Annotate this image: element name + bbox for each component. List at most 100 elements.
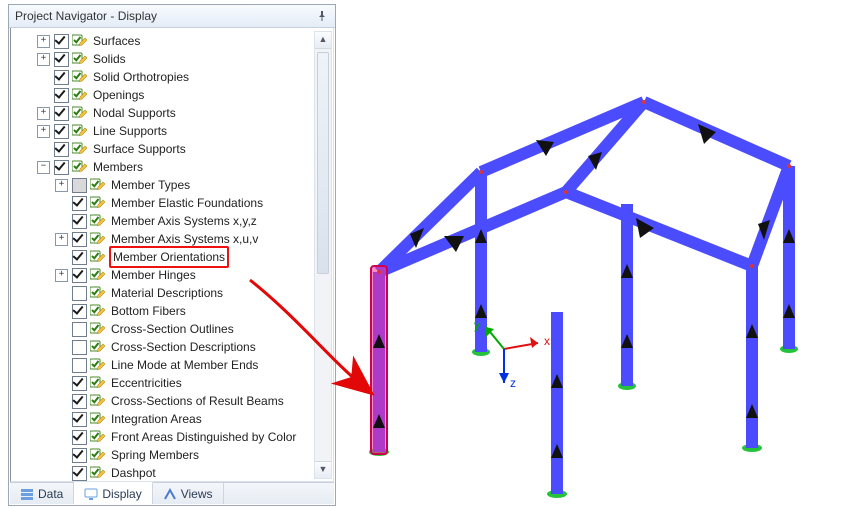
toggle-spacer [55,215,68,228]
checkbox[interactable] [72,232,87,247]
tab-data[interactable]: Data [10,483,74,504]
checkbox[interactable] [72,250,87,265]
checkbox[interactable] [72,358,87,373]
toggle-spacer [37,89,50,102]
checkbox[interactable] [54,124,69,139]
checkbox[interactable] [54,142,69,157]
tree-item[interactable]: Eccentricities [13,374,331,392]
tree-item[interactable]: Cross-Section Outlines [13,320,331,338]
members-group [379,102,789,494]
tree-item-label: Spring Members [109,446,201,464]
model-canvas: x y z [344,4,850,504]
tree-item-label: Eccentricities [109,374,184,392]
collapse-icon[interactable]: − [37,161,50,174]
tree-item[interactable]: Dashpot [13,464,331,482]
tree-item[interactable]: Member Orientations [13,248,331,266]
tree-item-label: Solid Orthotropies [91,68,191,86]
tree-item[interactable]: Openings [13,86,331,104]
checkbox[interactable] [72,268,87,283]
checkbox[interactable] [72,448,87,463]
tree-item[interactable]: Member Elastic Foundations [13,194,331,212]
tree-item-label: Line Mode at Member Ends [109,356,260,374]
tab-views[interactable]: Views [153,483,224,504]
tree-item[interactable]: Integration Areas [13,410,331,428]
checkbox[interactable] [72,394,87,409]
checkbox[interactable] [72,322,87,337]
tree-item[interactable]: + Nodal Supports [13,104,331,122]
expand-icon[interactable]: + [37,35,50,48]
scroll-down-button[interactable]: ▼ [315,461,331,478]
checkpencil-icon [72,124,87,138]
checkbox[interactable] [72,196,87,211]
tree-item-label: Member Types [109,176,192,194]
checkpencil-icon [72,34,87,48]
tree-item-label: Integration Areas [109,410,204,428]
tree-item-label: Cross-Section Outlines [109,320,236,338]
panel-titlebar: Project Navigator - Display [9,5,335,28]
checkbox[interactable] [54,160,69,175]
tab-display[interactable]: Display [74,482,152,504]
tree-item-label: Member Hinges [109,266,198,284]
checkbox[interactable] [72,286,87,301]
expand-icon[interactable]: + [37,125,50,138]
toggle-spacer [55,377,68,390]
checkbox[interactable] [54,34,69,49]
scroll-up-button[interactable]: ▲ [315,32,331,49]
tree-item[interactable]: + Surfaces [13,32,331,50]
tree-item-label: Members [91,158,145,176]
model-viewport[interactable]: x y z [344,4,850,504]
toggle-spacer [55,251,68,264]
tree-item[interactable]: Front Areas Distinguished by Color [13,428,331,446]
pin-icon[interactable] [315,9,329,23]
checkbox[interactable] [72,430,87,445]
axis-z-label: z [510,376,516,390]
tree-item[interactable]: +Line Supports [13,122,331,140]
checkbox[interactable] [72,376,87,391]
expand-icon[interactable]: + [55,179,68,192]
checkpencil-icon [90,196,105,210]
checkbox[interactable] [72,412,87,427]
tree-item[interactable]: Line Mode at Member Ends [13,356,331,374]
checkbox[interactable] [72,214,87,229]
tree-item[interactable]: +Solids [13,50,331,68]
expand-icon[interactable]: + [55,269,68,282]
tree-item-label: Surfaces [91,32,142,50]
tree-item[interactable]: Surface Supports [13,140,331,158]
tree-item[interactable]: Member Axis Systems x,y,z [13,212,331,230]
tree-item-label: Cross-Sections of Result Beams [109,392,286,410]
tree-item[interactable]: + Member Types [13,176,331,194]
scroll-thumb[interactable] [317,52,329,274]
toggle-spacer [37,71,50,84]
tree-item-label: Bottom Fibers [109,302,188,320]
tree-item[interactable]: Cross-Sections of Result Beams [13,392,331,410]
tree-scroll[interactable]: + Surfaces+SolidsSolid OrthotropiesOpenin… [10,28,334,482]
tree-item[interactable]: Solid Orthotropies [13,68,331,86]
tree-item[interactable]: Spring Members [13,446,331,464]
tree-item[interactable]: Cross-Section Descriptions [13,338,331,356]
tree: + Surfaces+SolidsSolid OrthotropiesOpenin… [11,28,333,482]
checkbox[interactable] [72,466,87,481]
expand-icon[interactable]: + [37,53,50,66]
axis-y-label: y [474,318,480,332]
toggle-spacer [55,305,68,318]
checkbox[interactable] [54,106,69,121]
checkbox[interactable] [54,88,69,103]
checkpencil-icon [72,52,87,66]
checkbox[interactable] [72,304,87,319]
expand-icon[interactable]: + [37,107,50,120]
checkbox[interactable] [54,52,69,67]
tree-item[interactable]: Bottom Fibers [13,302,331,320]
checkpencil-icon [90,286,105,300]
scrollbar[interactable]: ▲ ▼ [314,31,332,479]
checkbox[interactable] [54,70,69,85]
tree-item[interactable]: Material Descriptions [13,284,331,302]
checkpencil-icon [90,304,105,318]
supports [369,345,798,498]
checkbox[interactable] [72,340,87,355]
tree-item[interactable]: − Members [13,158,331,176]
tree-item[interactable]: + Member Hinges [13,266,331,284]
checkpencil-icon [90,358,105,372]
expand-icon[interactable]: + [55,233,68,246]
checkbox[interactable] [72,178,87,193]
tree-item-label: Nodal Supports [91,104,178,122]
